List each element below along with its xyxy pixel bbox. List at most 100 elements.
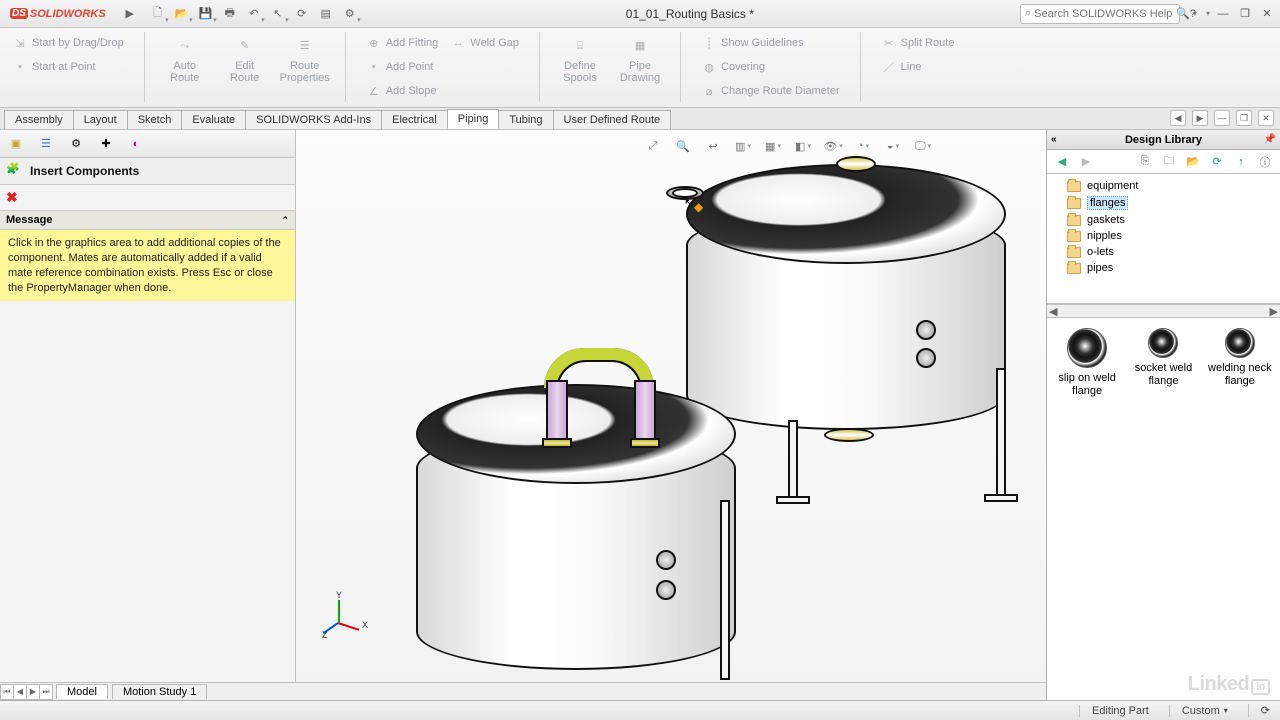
design-library-header[interactable]: « Design Library 📌 bbox=[1047, 130, 1280, 150]
section-view-icon[interactable]: ▥ bbox=[733, 136, 753, 156]
expand-icon[interactable]: ▶ bbox=[120, 4, 140, 24]
add-point-button[interactable]: •Add Point bbox=[362, 57, 438, 77]
config-manager-tab-icon[interactable]: ⚙ bbox=[66, 134, 86, 154]
print-icon[interactable]: 🖶 bbox=[220, 4, 240, 24]
zoom-area-icon[interactable]: 🔍 bbox=[673, 136, 693, 156]
bottom-tab-nav[interactable]: ⏮◀▶⏭ bbox=[0, 684, 52, 700]
display-style-icon[interactable]: ◧ bbox=[793, 136, 813, 156]
design-library-tree[interactable]: equipmentflangesgasketsnippleso-letspipe… bbox=[1047, 174, 1280, 304]
help-search-input[interactable] bbox=[1034, 8, 1176, 20]
undo-icon[interactable]: ↶ bbox=[244, 4, 264, 24]
dl-open-folder-icon[interactable]: 📂 bbox=[1184, 153, 1202, 171]
prev-view-icon[interactable]: ↩ bbox=[703, 136, 723, 156]
tab-min-icon[interactable]: — bbox=[1214, 110, 1230, 126]
auto-route-button[interactable]: ⤳Auto Route bbox=[161, 32, 209, 86]
collapse-caret-icon[interactable]: ⌃ bbox=[281, 215, 289, 226]
tab-tubing[interactable]: Tubing bbox=[498, 110, 553, 129]
zoom-fit-icon[interactable]: ⤢ bbox=[643, 136, 663, 156]
change-route-diameter-button[interactable]: ⌀Change Route Diameter bbox=[697, 81, 844, 101]
feature-manager-tab-icon[interactable]: ▣ bbox=[6, 134, 26, 154]
dl-folder-flanges[interactable]: flanges bbox=[1047, 194, 1280, 212]
save-icon[interactable]: 💾 bbox=[196, 4, 216, 24]
tab-layout[interactable]: Layout bbox=[73, 110, 128, 129]
dl-back-icon[interactable]: ◀ bbox=[1053, 153, 1071, 171]
dl-item-socket-weld-flange[interactable]: socket weld flange bbox=[1129, 328, 1197, 388]
dl-folder-pipes[interactable]: pipes bbox=[1047, 260, 1280, 276]
tab-assembly[interactable]: Assembly bbox=[4, 110, 74, 129]
route-properties-button[interactable]: ☰Route Properties bbox=[281, 32, 329, 86]
hide-show-icon[interactable]: 👁 bbox=[823, 136, 843, 156]
define-spools-button[interactable]: ⌸Define Spools bbox=[556, 32, 604, 86]
start-drag-drop-button[interactable]: ⇲Start by Drag/Drop bbox=[8, 33, 128, 53]
dim-manager-tab-icon[interactable]: ✚ bbox=[96, 134, 116, 154]
bottom-tab-model[interactable]: Model bbox=[56, 684, 108, 699]
folder-icon bbox=[1067, 181, 1081, 192]
minimize-icon[interactable]: — bbox=[1214, 5, 1232, 23]
help-icon[interactable]: ? bbox=[1184, 5, 1202, 23]
rebuild-icon[interactable]: ⟳ bbox=[292, 4, 312, 24]
restore-icon[interactable]: ❐ bbox=[1236, 5, 1254, 23]
show-guidelines-button[interactable]: ┊Show Guidelines bbox=[697, 33, 808, 53]
tab-close-icon[interactable]: ✕ bbox=[1258, 110, 1274, 126]
split-route-button[interactable]: ✂Split Route bbox=[877, 33, 959, 53]
panel-collapse-icon[interactable]: « bbox=[1051, 134, 1057, 145]
display-manager-tab-icon[interactable]: ◐ bbox=[126, 134, 146, 154]
add-fitting-button[interactable]: ⊕Add Fitting bbox=[362, 33, 443, 53]
tab-back-icon[interactable]: ◀ bbox=[1170, 110, 1186, 126]
tab-solidworks-add-ins[interactable]: SOLIDWORKS Add-Ins bbox=[245, 110, 382, 129]
tab-restore-icon[interactable]: ❐ bbox=[1236, 110, 1252, 126]
dl-add-loc-icon[interactable]: ⎘ bbox=[1136, 153, 1154, 171]
dl-up-icon[interactable]: ↑ bbox=[1232, 153, 1250, 171]
bottom-tab-motion-study-1[interactable]: Motion Study 1 bbox=[112, 684, 207, 699]
options-icon[interactable]: ▤ bbox=[316, 4, 336, 24]
tab-electrical[interactable]: Electrical bbox=[381, 110, 448, 129]
add-slope-button[interactable]: ∠Add Slope bbox=[362, 81, 441, 101]
triad-y-label: Y bbox=[336, 590, 342, 600]
help-search[interactable]: ⌕ 🔍 ▾ bbox=[1020, 4, 1180, 24]
status-units[interactable]: Custom▾ bbox=[1169, 705, 1228, 717]
edit-route-button[interactable]: ✎Edit Route bbox=[221, 32, 269, 86]
pipe-drawing-button[interactable]: ▦Pipe Drawing bbox=[616, 32, 664, 86]
open-doc-icon[interactable]: 📂 bbox=[172, 4, 192, 24]
tab-user-defined-route[interactable]: User Defined Route bbox=[553, 110, 672, 129]
tab-sketch[interactable]: Sketch bbox=[127, 110, 183, 129]
select-icon[interactable]: ↖ bbox=[268, 4, 288, 24]
line-button[interactable]: ／Line bbox=[877, 57, 926, 77]
close-icon[interactable]: ✕ bbox=[1258, 5, 1276, 23]
new-doc-icon[interactable]: 🗋 bbox=[148, 4, 168, 24]
start-at-point-button[interactable]: •Start at Point bbox=[8, 57, 100, 77]
view-settings-icon[interactable]: 🖵 bbox=[913, 136, 933, 156]
orientation-triad[interactable]: Y X Z bbox=[326, 600, 366, 640]
folder-icon bbox=[1067, 247, 1081, 258]
covering-button[interactable]: ◍Covering bbox=[697, 57, 769, 77]
pm-cancel-icon[interactable]: ✖ bbox=[6, 189, 18, 206]
appearance-icon[interactable]: ◔ bbox=[853, 136, 873, 156]
design-library-items: slip on weld flangesocket weld flangewel… bbox=[1047, 318, 1280, 700]
dl-folder-gaskets[interactable]: gaskets bbox=[1047, 212, 1280, 228]
dl-folder-nipples[interactable]: nipples bbox=[1047, 228, 1280, 244]
tab-fwd-icon[interactable]: ▶ bbox=[1192, 110, 1208, 126]
panel-pin-icon[interactable]: 📌 bbox=[1264, 134, 1276, 145]
tab-piping[interactable]: Piping bbox=[447, 109, 500, 129]
dl-folder-equipment[interactable]: equipment bbox=[1047, 178, 1280, 194]
pm-message-header[interactable]: Message ⌃ bbox=[0, 210, 295, 230]
weld-gap-button[interactable]: ↔Weld Gap bbox=[446, 33, 523, 53]
dl-folder-o-lets[interactable]: o-lets bbox=[1047, 244, 1280, 260]
dl-new-folder-icon[interactable]: 🗀 bbox=[1160, 153, 1178, 171]
dl-config-icon[interactable]: ⓘ bbox=[1256, 153, 1274, 171]
settings-gear-icon[interactable]: ⚙ bbox=[340, 4, 360, 24]
dl-refresh-icon[interactable]: ⟳ bbox=[1208, 153, 1226, 171]
dl-item-slip-on-weld-flange[interactable]: slip on weld flange bbox=[1053, 328, 1121, 398]
heads-up-toolbar: ⤢ 🔍 ↩ ▥ ▦ ◧ 👁 ◔ ◒ 🖵 bbox=[643, 136, 933, 156]
status-rebuild-icon[interactable]: ⟳ bbox=[1248, 704, 1270, 717]
tank-rear bbox=[686, 210, 1006, 430]
property-manager-tab-icon[interactable]: ☰ bbox=[36, 134, 56, 154]
dl-item-welding-neck-flange[interactable]: welding neck flange bbox=[1206, 328, 1274, 388]
view-orient-icon[interactable]: ▦ bbox=[763, 136, 783, 156]
dl-horiz-scroll[interactable]: ◀▶ bbox=[1047, 304, 1280, 318]
tab-evaluate[interactable]: Evaluate bbox=[181, 110, 246, 129]
dl-fwd-icon[interactable]: ▶ bbox=[1077, 153, 1095, 171]
scene-icon[interactable]: ◒ bbox=[883, 136, 903, 156]
folder-icon bbox=[1067, 263, 1081, 274]
manager-tab-bar: ▣ ☰ ⚙ ✚ ◐ bbox=[0, 130, 295, 158]
